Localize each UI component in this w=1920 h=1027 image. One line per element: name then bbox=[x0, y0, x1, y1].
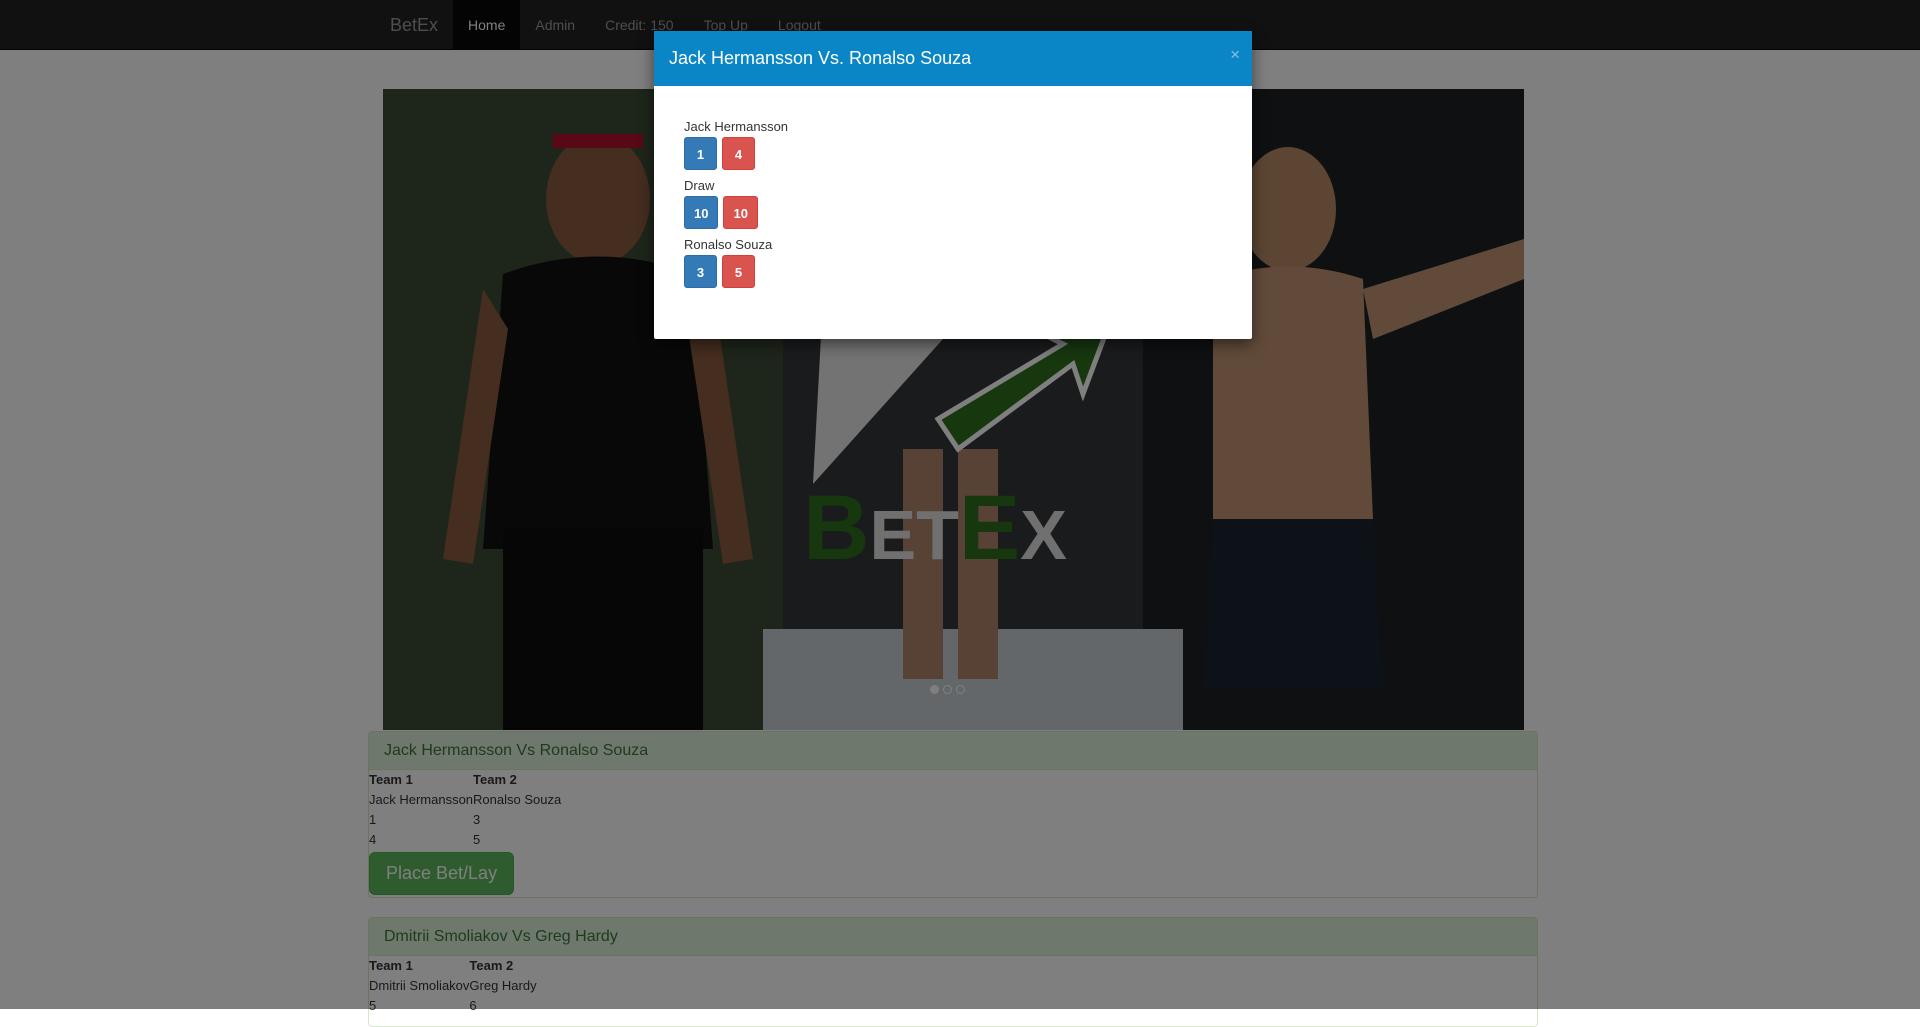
modal-body: Jack Hermansson 1 4 Draw 10 10 Ronalso S… bbox=[654, 86, 1252, 288]
lay-odds-button[interactable]: 5 bbox=[722, 255, 755, 288]
modal-title: Jack Hermansson Vs. Ronalso Souza bbox=[669, 48, 972, 68]
selection-label: Draw bbox=[684, 178, 715, 193]
bet-modal: Jack Hermansson Vs. Ronalso Souza × Jack… bbox=[654, 31, 1252, 339]
selection-label: Jack Hermansson bbox=[684, 119, 789, 134]
lay-odds-button[interactable]: 10 bbox=[723, 196, 758, 229]
lay-odds-button[interactable]: 4 bbox=[722, 137, 755, 170]
back-odds-button[interactable]: 1 bbox=[684, 137, 717, 170]
modal-header: Jack Hermansson Vs. Ronalso Souza × bbox=[654, 31, 1252, 86]
selection-draw: Draw 10 10 bbox=[684, 178, 1222, 229]
back-odds-button[interactable]: 10 bbox=[684, 196, 719, 229]
selection-label: Ronalso Souza bbox=[684, 237, 773, 252]
selection-team-2: Ronalso Souza 3 5 bbox=[684, 237, 1222, 288]
selection-team-1: Jack Hermansson 1 4 bbox=[684, 119, 1222, 170]
close-icon[interactable]: × bbox=[1230, 45, 1240, 65]
back-odds-button[interactable]: 3 bbox=[684, 255, 717, 288]
